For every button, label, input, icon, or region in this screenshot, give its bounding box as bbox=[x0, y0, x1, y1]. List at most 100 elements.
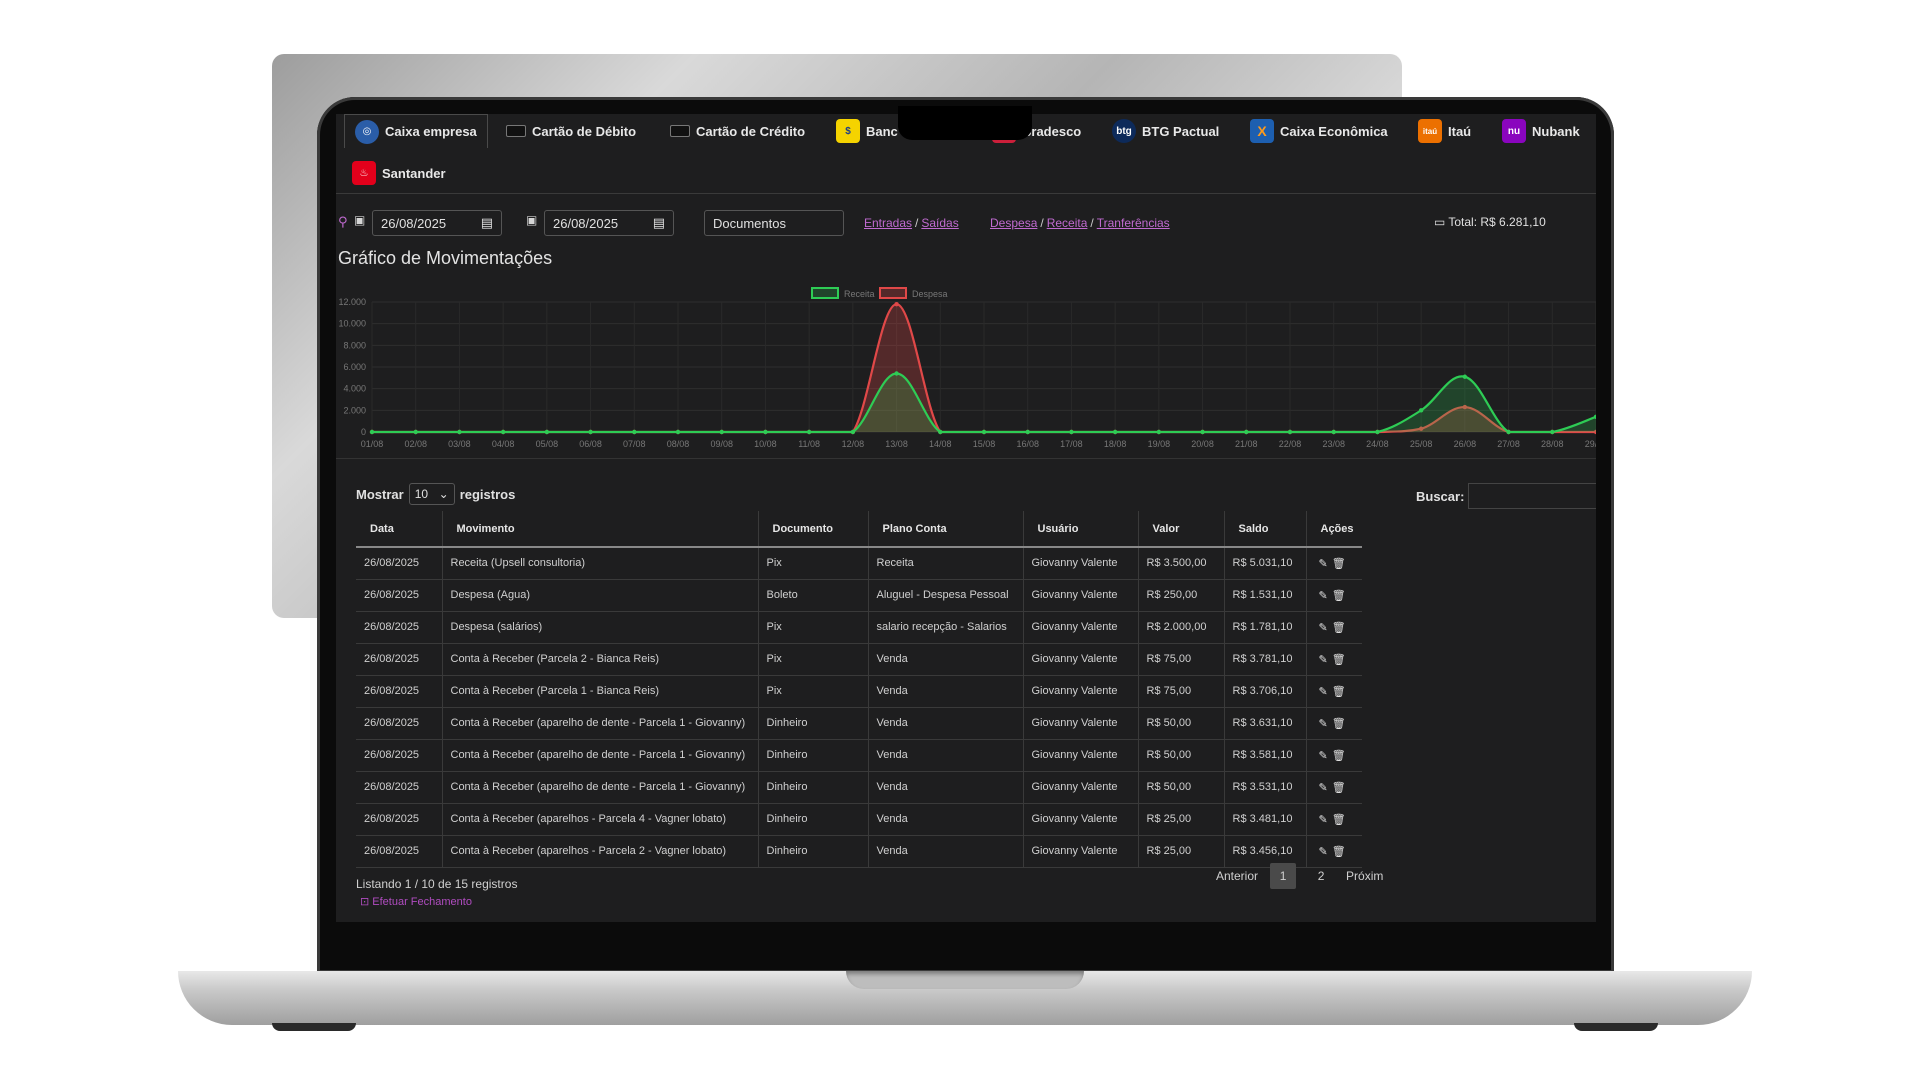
calendar-picker-icon-2[interactable]: ▤ bbox=[653, 215, 665, 231]
credit-card-icon bbox=[670, 125, 690, 137]
trash-icon[interactable]: 🗑 bbox=[1332, 813, 1346, 826]
edit-icon[interactable]: ✎ bbox=[1319, 653, 1328, 666]
edit-icon[interactable]: ✎ bbox=[1319, 749, 1328, 762]
cell-movimento: Receita (Upsell consultoria) bbox=[442, 547, 759, 580]
x-tick-label: 01/08 bbox=[361, 439, 384, 449]
money-icon: ▭ bbox=[1434, 215, 1446, 229]
documents-select[interactable]: Documentos bbox=[704, 210, 844, 236]
total-display: ▭ Total: R$ 6.281,10 bbox=[1434, 215, 1546, 229]
trash-icon[interactable]: 🗑 bbox=[1332, 653, 1346, 666]
pager-page-2[interactable]: 2 bbox=[1308, 863, 1334, 889]
data-point-receita bbox=[1156, 429, 1162, 435]
link-receita[interactable]: Receita bbox=[1047, 216, 1088, 230]
tab-nubank[interactable]: nu Nubank bbox=[1502, 114, 1580, 148]
cell-movimento: Conta à Receber (Parcela 1 - Bianca Reis… bbox=[442, 675, 759, 708]
cell-movimento: Conta à Receber (Parcela 2 - Bianca Reis… bbox=[442, 643, 759, 676]
trash-icon[interactable]: 🗑 bbox=[1332, 621, 1346, 634]
cell-documento: Pix bbox=[758, 547, 869, 580]
x-tick-label: 10/08 bbox=[754, 439, 777, 449]
calendar-icon-2: ▣ bbox=[526, 213, 538, 227]
cell-valor: R$ 250,00 bbox=[1138, 579, 1225, 612]
trash-icon[interactable]: 🗑 bbox=[1332, 749, 1346, 762]
cell-acoes: ✎ 🗑 bbox=[1306, 675, 1362, 708]
x-tick-label: 14/08 bbox=[929, 439, 952, 449]
pager-prev[interactable]: Anterior bbox=[1216, 863, 1258, 889]
link-saidas[interactable]: Saídas bbox=[921, 216, 958, 230]
col-plano-conta[interactable]: Plano Conta bbox=[868, 511, 1024, 548]
col-documento[interactable]: Documento bbox=[758, 511, 869, 548]
cell-valor: R$ 25,00 bbox=[1138, 803, 1225, 836]
laptop-foot-right bbox=[1574, 1023, 1658, 1031]
edit-icon[interactable]: ✎ bbox=[1319, 589, 1328, 602]
edit-icon[interactable]: ✎ bbox=[1319, 717, 1328, 730]
x-tick-label: 27/08 bbox=[1497, 439, 1520, 449]
close-cash-link[interactable]: ⊡ Efetuar Fechamento bbox=[360, 895, 472, 908]
page-size-select[interactable]: 10 ⌄ bbox=[408, 483, 455, 505]
edit-icon[interactable]: ✎ bbox=[1319, 621, 1328, 634]
col-movimento[interactable]: Movimento bbox=[442, 511, 759, 548]
tab-cartao-credito[interactable]: Cartão de Crédito bbox=[670, 114, 805, 148]
x-tick-label: 06/08 bbox=[579, 439, 602, 449]
data-point-receita bbox=[806, 429, 812, 435]
table-row: 26/08/2025 Conta à Receber (aparelho de d… bbox=[356, 771, 1362, 804]
trash-icon[interactable]: 🗑 bbox=[1332, 685, 1346, 698]
cell-plano-conta: Aluguel - Despesa Pessoal bbox=[868, 579, 1024, 612]
trash-icon[interactable]: 🗑 bbox=[1332, 589, 1346, 602]
tab-santander[interactable]: ♨ Santander bbox=[352, 156, 446, 190]
trash-icon[interactable]: 🗑 bbox=[1332, 781, 1346, 794]
trash-icon[interactable]: 🗑 bbox=[1332, 717, 1346, 730]
tab-caixa-economica[interactable]: X Caixa Econômica bbox=[1250, 114, 1388, 148]
data-point-despesa bbox=[894, 301, 899, 307]
edit-icon[interactable]: ✎ bbox=[1319, 813, 1328, 826]
data-point-receita bbox=[1550, 429, 1555, 435]
y-tick-label: 4.000 bbox=[343, 384, 366, 394]
cell-saldo: R$ 5.031,10 bbox=[1224, 547, 1307, 580]
edit-icon[interactable]: ✎ bbox=[1319, 781, 1328, 794]
tab-caixa-empresa[interactable]: ◎ Caixa empresa bbox=[344, 114, 488, 148]
trash-icon[interactable]: 🗑 bbox=[1332, 557, 1346, 570]
table-row: 26/08/2025 Despesa (Agua) Boleto Aluguel - … bbox=[356, 579, 1362, 612]
pager-page-1[interactable]: 1 bbox=[1270, 863, 1297, 889]
tab-btg[interactable]: btg BTG Pactual bbox=[1112, 114, 1219, 148]
link-entradas[interactable]: Entradas bbox=[864, 216, 912, 230]
cell-saldo: R$ 3.481,10 bbox=[1224, 803, 1307, 836]
edit-icon[interactable]: ✎ bbox=[1319, 685, 1328, 698]
tab-itau[interactable]: itaú Itaú bbox=[1418, 114, 1471, 148]
col-valor[interactable]: Valor bbox=[1138, 511, 1225, 548]
data-point-receita bbox=[544, 429, 550, 435]
cell-movimento: Conta à Receber (aparelhos - Parcela 4 -… bbox=[442, 803, 759, 836]
data-point-receita bbox=[588, 429, 593, 435]
edit-icon[interactable]: ✎ bbox=[1319, 845, 1328, 858]
date-from-input[interactable]: 26/08/2025 ▤ bbox=[372, 210, 502, 236]
laptop-foot-left bbox=[272, 1023, 356, 1031]
data-point-receita bbox=[763, 429, 768, 435]
search-icon[interactable]: ⚲ bbox=[338, 214, 348, 230]
link-transferencias[interactable]: Tranferências bbox=[1097, 216, 1170, 230]
edit-icon[interactable]: ✎ bbox=[1319, 557, 1328, 570]
cell-data: 26/08/2025 bbox=[356, 579, 443, 612]
cell-usuario: Giovanny Valente bbox=[1023, 643, 1139, 676]
trash-icon[interactable]: 🗑 bbox=[1332, 845, 1346, 858]
cell-plano-conta: Venda bbox=[868, 739, 1024, 772]
cell-data: 26/08/2025 bbox=[356, 771, 443, 804]
table-search-input[interactable] bbox=[1468, 483, 1596, 509]
records-table: Data Movimento Documento Plano Conta Usu… bbox=[356, 511, 1362, 868]
link-despesa[interactable]: Despesa bbox=[990, 216, 1037, 230]
pager-next[interactable]: Próxim bbox=[1346, 863, 1383, 889]
col-usuario[interactable]: Usuário bbox=[1023, 511, 1139, 548]
data-point-receita bbox=[1025, 429, 1030, 435]
tab-banco-brasil[interactable]: $ Banc bbox=[836, 114, 898, 148]
col-data[interactable]: Data bbox=[356, 511, 443, 548]
table-row: 26/08/2025 Conta à Receber (aparelhos - P… bbox=[356, 835, 1362, 868]
date-to-input[interactable]: 26/08/2025 ▤ bbox=[544, 210, 674, 236]
banco-do-brasil-icon: $ bbox=[836, 119, 860, 143]
data-point-receita bbox=[369, 429, 375, 435]
cell-valor: R$ 75,00 bbox=[1138, 643, 1225, 676]
cell-data: 26/08/2025 bbox=[356, 643, 443, 676]
y-tick-label: 0 bbox=[361, 427, 366, 437]
tab-cartao-debito[interactable]: Cartão de Débito bbox=[506, 114, 636, 148]
data-point-receita bbox=[981, 429, 987, 435]
calendar-picker-icon[interactable]: ▤ bbox=[481, 215, 493, 231]
col-saldo[interactable]: Saldo bbox=[1224, 511, 1307, 548]
cell-usuario: Giovanny Valente bbox=[1023, 579, 1139, 612]
